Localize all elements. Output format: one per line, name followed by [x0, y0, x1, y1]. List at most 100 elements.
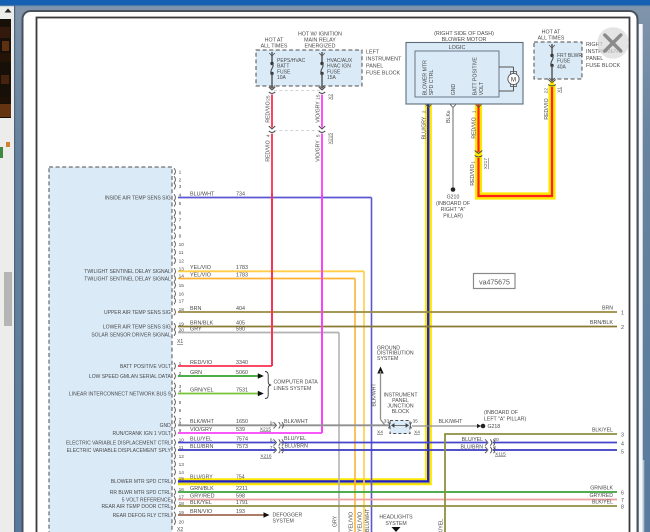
svg-text:6: 6 [446, 110, 452, 113]
svg-text:590: 590 [236, 326, 245, 332]
svg-text:GND: GND [160, 423, 172, 429]
svg-text:10A: 10A [277, 75, 287, 81]
svg-text:5: 5 [179, 400, 182, 406]
svg-text:BATT POSITIVE VOLT: BATT POSITIVE VOLT [120, 364, 171, 370]
svg-text:15: 15 [316, 94, 322, 100]
svg-text:GRN/BLK: GRN/BLK [190, 486, 214, 492]
svg-text:X2: X2 [177, 527, 183, 532]
svg-text:M: M [511, 76, 516, 83]
svg-text:BLOWER MTR: BLOWER MTR [423, 60, 429, 95]
svg-text:X215: X215 [328, 133, 334, 145]
svg-text:INSTRUMENT: INSTRUMENT [366, 57, 402, 63]
svg-text:7531: 7531 [236, 387, 248, 393]
svg-text:LEFT "A" PILLAR): LEFT "A" PILLAR) [484, 417, 526, 423]
svg-text:RED/VIO: RED/VIO [472, 117, 478, 138]
svg-text:6: 6 [270, 438, 273, 444]
svg-text:2: 2 [179, 177, 182, 183]
svg-text:va475675: va475675 [479, 279, 510, 286]
svg-text:6: 6 [179, 210, 182, 216]
svg-text:1783: 1783 [236, 272, 248, 278]
svg-text:PANEL: PANEL [366, 64, 383, 70]
svg-text:5: 5 [316, 134, 322, 137]
svg-text:25: 25 [266, 95, 272, 101]
svg-text:1: 1 [621, 311, 624, 317]
svg-text:LEFT: LEFT [366, 50, 380, 56]
svg-text:SYSTEM: SYSTEM [377, 356, 398, 362]
svg-text:16: 16 [179, 292, 185, 298]
svg-text:ALL TIMES: ALL TIMES [261, 44, 288, 50]
svg-text:YEL/VIO: YEL/VIO [190, 272, 211, 278]
svg-text:BRN: BRN [190, 306, 201, 312]
svg-text:7574: 7574 [236, 436, 248, 442]
svg-text:6: 6 [179, 408, 182, 414]
svg-text:7: 7 [179, 218, 182, 224]
svg-text:35: 35 [413, 419, 419, 425]
svg-text:7: 7 [270, 445, 273, 451]
svg-text:BRN/BLK: BRN/BLK [590, 320, 613, 326]
svg-text:RED/VIO: RED/VIO [266, 140, 272, 161]
svg-text:REAR AIR TEMP DOOR CTRL: REAR AIR TEMP DOOR CTRL [102, 504, 171, 510]
svg-text:GRY: GRY [333, 515, 339, 527]
svg-text:VIO/GRY: VIO/GRY [190, 427, 213, 433]
svg-text:GRY/RED: GRY/RED [589, 493, 613, 499]
svg-text:7573: 7573 [236, 444, 248, 450]
svg-text:5: 5 [179, 201, 182, 207]
svg-text:1783: 1783 [236, 265, 248, 271]
svg-text:BLK/WHT: BLK/WHT [372, 383, 378, 407]
svg-text:RUN/CRANK IGN 1 VOLT: RUN/CRANK IGN 1 VOLT [113, 431, 171, 437]
svg-text:X2: X2 [328, 94, 334, 100]
svg-text:X4: X4 [414, 430, 420, 436]
svg-text:15: 15 [179, 476, 185, 482]
svg-text:9: 9 [270, 420, 273, 426]
svg-text:2: 2 [621, 325, 624, 331]
svg-text:ENERGIZED: ENERGIZED [305, 44, 336, 50]
svg-text:12: 12 [179, 258, 185, 264]
svg-text:BLK/WHT: BLK/WHT [439, 419, 464, 425]
svg-text:598: 598 [236, 493, 245, 499]
svg-text:5 VOLT REFERENCE: 5 VOLT REFERENCE [122, 497, 172, 503]
svg-text:BLU/BRN: BLU/BRN [190, 444, 213, 450]
svg-text:BLK/YEL: BLK/YEL [439, 519, 445, 532]
svg-text:LINEAR INTERCONNECT NETWORK BU: LINEAR INTERCONNECT NETWORK BUS 9 [69, 391, 171, 397]
svg-text:BLK/YEL: BLK/YEL [592, 428, 613, 434]
svg-text:GRY: GRY [190, 326, 202, 332]
svg-text:INSIDE AIR TEMP SENS SIG: INSIDE AIR TEMP SENS SIG [105, 195, 171, 201]
svg-text:BLK: BLK [446, 113, 452, 123]
svg-text:GND: GND [451, 84, 457, 96]
svg-text:40A: 40A [557, 64, 567, 70]
svg-text:11: 11 [179, 250, 184, 256]
svg-text:BRN/VIO: BRN/VIO [190, 509, 212, 515]
svg-text:BLU/YEL: BLU/YEL [284, 436, 306, 442]
svg-text:RED/VIO: RED/VIO [266, 101, 272, 122]
svg-text:BLU/YEL: BLU/YEL [462, 437, 483, 443]
svg-text:1: 1 [471, 161, 477, 164]
svg-text:YEL/VIO: YEL/VIO [349, 512, 355, 532]
svg-text:RIGHT "A": RIGHT "A" [441, 207, 466, 213]
svg-text:15: 15 [179, 283, 185, 289]
svg-text:BLOCK: BLOCK [392, 409, 410, 415]
svg-text:BLU/BRN: BLU/BRN [461, 445, 484, 451]
svg-text:BLK/YEL: BLK/YEL [190, 500, 212, 506]
svg-text:TWILIGHT SENTINEL DELAY SIGNAL: TWILIGHT SENTINEL DELAY SIGNAL [84, 276, 171, 282]
svg-text:BLU/GRY: BLU/GRY [190, 474, 213, 480]
svg-text:754: 754 [236, 474, 245, 480]
svg-text:BLU/YEL: BLU/YEL [190, 436, 212, 442]
svg-text:BLU/WHT: BLU/WHT [365, 508, 371, 532]
svg-text:20: 20 [494, 437, 500, 443]
svg-text:LOWER AIR TEMP SENS SIG: LOWER AIR TEMP SENS SIG [103, 324, 171, 330]
svg-text:ALL TIMES: ALL TIMES [538, 36, 565, 42]
svg-text:PANEL: PANEL [586, 56, 603, 62]
svg-text:5: 5 [621, 450, 624, 456]
svg-text:17: 17 [179, 299, 185, 305]
svg-text:2211: 2211 [236, 486, 248, 492]
svg-text:BLU/GRY: BLU/GRY [422, 116, 428, 139]
svg-text:22: 22 [544, 88, 550, 94]
svg-text:8: 8 [621, 505, 624, 511]
svg-text:BRN: BRN [602, 306, 613, 312]
svg-text:BLOWER MTR SPD CTRL: BLOWER MTR SPD CTRL [111, 479, 171, 485]
svg-text:193: 193 [236, 509, 245, 515]
svg-text:BLU/WHT: BLU/WHT [190, 191, 215, 197]
svg-text:G218: G218 [488, 424, 501, 430]
svg-text:1791: 1791 [236, 500, 248, 506]
svg-text:15A: 15A [327, 75, 337, 81]
